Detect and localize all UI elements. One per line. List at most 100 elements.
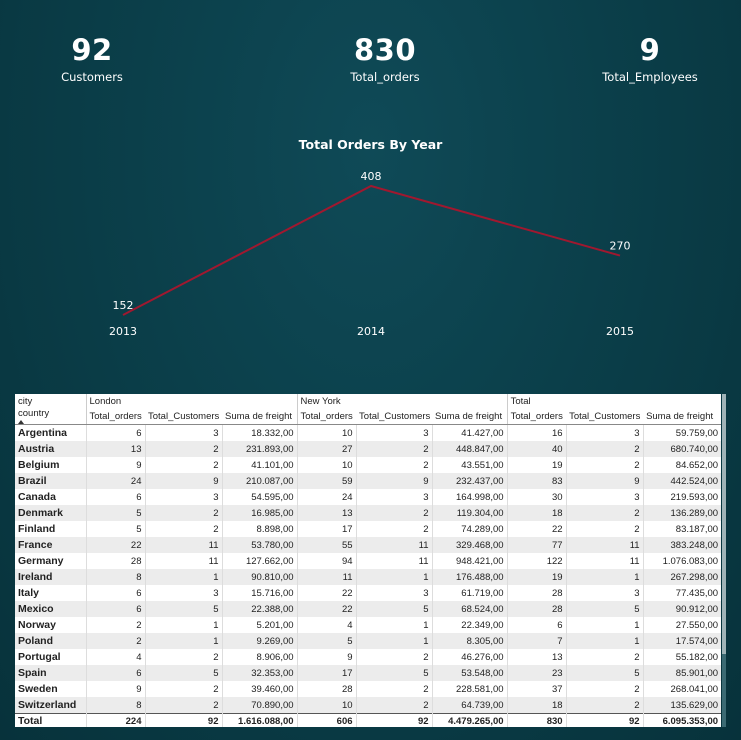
col-header[interactable]: Total_Customers bbox=[145, 408, 222, 425]
value-cell: 2 bbox=[144, 649, 222, 665]
table-row[interactable]: Norway 2 1 5.201,00 4 1 22.349,00 6 1 27.550,00 bbox=[15, 617, 721, 633]
value-cell: 2 bbox=[355, 505, 433, 521]
value-cell: 11 bbox=[565, 537, 644, 553]
value-cell: 2 bbox=[355, 681, 433, 697]
value-cell: 2 bbox=[144, 441, 222, 457]
col-header[interactable]: Total_orders bbox=[85, 408, 145, 425]
value-cell: 1.076.083,00 bbox=[642, 553, 721, 569]
table-total-row: Total 224 92 1.616.088,00 606 92 4.479.265,00 8… bbox=[15, 713, 721, 727]
value-cell: 90.912,00 bbox=[642, 601, 721, 617]
value-cell: 10 bbox=[296, 697, 357, 714]
value-cell: 1 bbox=[355, 617, 433, 633]
value-cell: 16.985,00 bbox=[221, 505, 298, 521]
value-cell: 6 bbox=[85, 601, 145, 617]
value-cell: 8.305,00 bbox=[431, 633, 508, 649]
table-row[interactable]: Argentina 6 3 18.332,00 10 3 41.427,00 16 3 59.75… bbox=[15, 424, 721, 441]
value-cell: 1 bbox=[355, 569, 433, 585]
value-cell: 70.890,00 bbox=[221, 697, 298, 714]
value-cell: 164.998,00 bbox=[431, 489, 508, 505]
table-row[interactable]: Spain 6 5 32.353,00 17 5 53.548,00 23 5 85.901,00 bbox=[15, 665, 721, 681]
value-cell: 4 bbox=[296, 617, 357, 633]
total-value-cell: 1.616.088,00 bbox=[221, 713, 298, 727]
value-cell: 77 bbox=[506, 537, 567, 553]
col-header[interactable]: Total_orders bbox=[506, 408, 567, 425]
value-cell: 228.581,00 bbox=[431, 681, 508, 697]
value-cell: 2 bbox=[355, 457, 433, 473]
line-chart: 152 2013 408 2014 270 2015 bbox=[109, 170, 634, 338]
table-row[interactable]: Denmark 5 2 16.985,00 13 2 119.304,00 18 2 136.28… bbox=[15, 505, 721, 521]
value-cell: 84.652,00 bbox=[642, 457, 721, 473]
value-cell: 3 bbox=[355, 585, 433, 601]
table-row[interactable]: Austria 13 2 231.893,00 27 2 448.847,00 40 2 680.… bbox=[15, 441, 721, 457]
col-header[interactable]: Total_Customers bbox=[356, 408, 433, 425]
col-header[interactable]: Suma de freight bbox=[222, 408, 298, 425]
value-cell: 2 bbox=[565, 521, 644, 537]
value-cell: 231.893,00 bbox=[221, 441, 298, 457]
total-label-cell: Total bbox=[15, 713, 86, 727]
total-value-cell: 6.095.353,00 bbox=[642, 713, 721, 727]
value-cell: 28 bbox=[506, 585, 567, 601]
country-cell: Belgium bbox=[18, 459, 60, 471]
value-cell: 22.388,00 bbox=[221, 601, 298, 617]
value-cell: 11 bbox=[565, 553, 644, 569]
value-cell: 3 bbox=[565, 424, 644, 441]
matrix-table[interactable]: city London New York Total country Total… bbox=[15, 394, 721, 727]
table-row[interactable]: Belgium 9 2 41.101,00 10 2 43.551,00 19 2 84.652,… bbox=[15, 457, 721, 473]
value-cell: 122 bbox=[506, 553, 567, 569]
value-cell: 9 bbox=[565, 473, 644, 489]
value-cell: 46.276,00 bbox=[431, 649, 508, 665]
value-cell: 267.298,00 bbox=[642, 569, 721, 585]
table-row[interactable]: Ireland 8 1 90.810,00 11 1 176.488,00 19 1 267.29… bbox=[15, 569, 721, 585]
table-row[interactable]: Italy 6 3 15.716,00 22 3 61.719,00 28 3 77.435,00 bbox=[15, 585, 721, 601]
value-cell: 2 bbox=[355, 441, 433, 457]
kpi-employees-value: 9 bbox=[639, 33, 661, 67]
col-header[interactable]: Suma de freight bbox=[432, 408, 508, 425]
table-row[interactable]: Canada 6 3 54.595,00 24 3 164.998,00 30 3 219.593… bbox=[15, 489, 721, 505]
value-cell: 30 bbox=[506, 489, 567, 505]
value-cell: 10 bbox=[296, 457, 357, 473]
col-header[interactable]: Suma de freight bbox=[643, 408, 721, 425]
value-cell: 680.740,00 bbox=[642, 441, 721, 457]
value-cell: 5 bbox=[85, 521, 145, 537]
table-scrollbar-thumb[interactable] bbox=[722, 394, 726, 654]
value-cell: 22.349,00 bbox=[431, 617, 508, 633]
table-row[interactable]: Finland 5 2 8.898,00 17 2 74.289,00 22 2 83.187,0… bbox=[15, 521, 721, 537]
value-cell: 9 bbox=[355, 473, 433, 489]
value-cell: 13 bbox=[296, 505, 357, 521]
value-cell: 1 bbox=[144, 569, 222, 585]
data-label: 270 bbox=[610, 240, 631, 253]
value-cell: 442.524,00 bbox=[642, 473, 721, 489]
table-row[interactable]: Brazil 24 9 210.087,00 59 9 232.437,00 83 9 442.5… bbox=[15, 473, 721, 489]
value-cell: 53.780,00 bbox=[221, 537, 298, 553]
value-cell: 232.437,00 bbox=[431, 473, 508, 489]
value-cell: 6 bbox=[506, 617, 567, 633]
value-cell: 74.289,00 bbox=[431, 521, 508, 537]
table-row[interactable]: Poland 2 1 9.269,00 5 1 8.305,00 7 1 17.574,00 bbox=[15, 633, 721, 649]
country-cell: Germany bbox=[18, 555, 64, 567]
table-row[interactable]: Portugal 4 2 8.906,00 9 2 46.276,00 13 2 55.182,0… bbox=[15, 649, 721, 665]
value-cell: 6 bbox=[85, 665, 145, 681]
value-cell: 77.435,00 bbox=[642, 585, 721, 601]
kpi-orders-label: Total_orders bbox=[350, 70, 420, 84]
value-cell: 17 bbox=[296, 665, 357, 681]
value-cell: 3 bbox=[565, 489, 644, 505]
value-cell: 3 bbox=[144, 489, 222, 505]
value-cell: 55.182,00 bbox=[642, 649, 721, 665]
row-header-country[interactable]: country bbox=[15, 408, 86, 425]
value-cell: 8 bbox=[85, 697, 145, 714]
value-cell: 2 bbox=[565, 457, 644, 473]
value-cell: 2 bbox=[565, 697, 644, 714]
table-row[interactable]: Sweden 9 2 39.460,00 28 2 228.581,00 37 2 268.041… bbox=[15, 681, 721, 697]
table-row[interactable]: Mexico 6 5 22.388,00 22 5 68.524,00 28 5 90.912,0… bbox=[15, 601, 721, 617]
col-header[interactable]: Total_Customers bbox=[566, 408, 644, 425]
col-header[interactable]: Total_orders bbox=[296, 408, 357, 425]
value-cell: 8.906,00 bbox=[221, 649, 298, 665]
table-row[interactable]: France 22 11 53.780,00 55 11 329.468,00 77 11 383… bbox=[15, 537, 721, 553]
total-value-cell: 4.479.265,00 bbox=[431, 713, 508, 727]
table-row[interactable]: Germany 28 11 127.662,00 94 11 948.421,00 122 11… bbox=[15, 553, 721, 569]
country-cell: Finland bbox=[18, 523, 56, 535]
value-cell: 17.574,00 bbox=[642, 633, 721, 649]
table-row[interactable]: Switzerland 8 2 70.890,00 10 2 64.739,00 18 2 135… bbox=[15, 697, 721, 714]
value-cell: 15.716,00 bbox=[221, 585, 298, 601]
value-cell: 24 bbox=[85, 473, 145, 489]
